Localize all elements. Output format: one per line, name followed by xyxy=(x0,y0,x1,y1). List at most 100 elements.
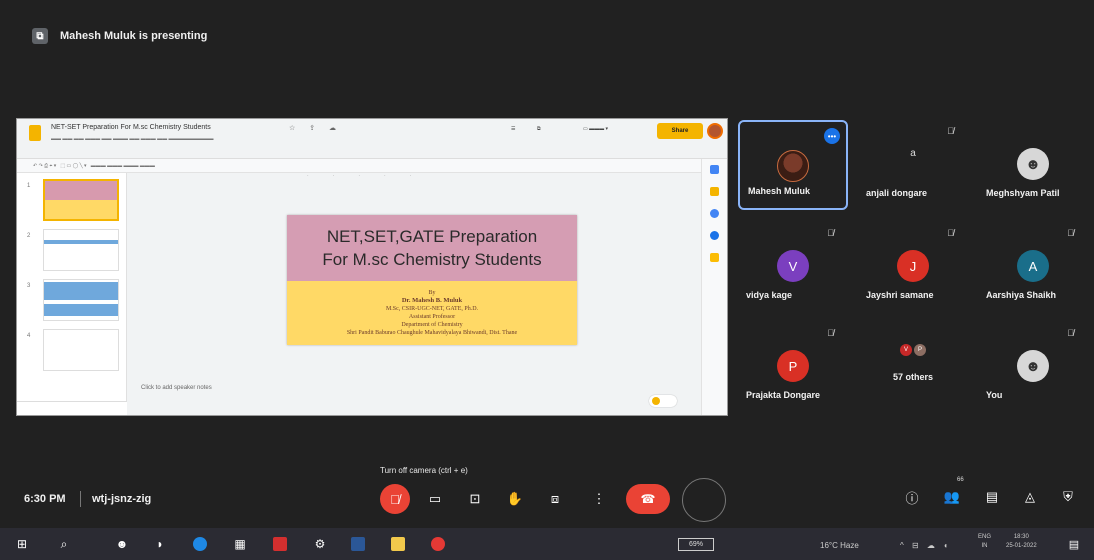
slide-title-line1: NET,SET,GATE Preparation xyxy=(326,227,538,246)
taskbar-date: 25-01-2022 xyxy=(1006,543,1037,549)
avatar: P xyxy=(777,350,809,382)
doc-user-avatar xyxy=(707,123,723,139)
participant-name: Mahesh Muluk xyxy=(748,186,811,196)
slide-thumbnails: 1 2 3 4 xyxy=(17,173,127,415)
taskbar-clock[interactable]: 18:30 25-01-2022 xyxy=(1006,533,1037,551)
mic-off-icon: 🎙̸ xyxy=(1067,328,1074,338)
end-call-icon[interactable]: ☎ xyxy=(626,484,670,514)
participant-name: anjali dongare xyxy=(866,188,928,198)
mic-off-icon[interactable]: 🎙̸ xyxy=(380,484,410,514)
calendar-icon xyxy=(710,165,719,174)
participant-name: Aarshiya Shaikh xyxy=(986,290,1057,300)
comments-icon: ☰ xyxy=(511,126,516,132)
participant-tile[interactable]: 🎙̸ J Jayshri samane xyxy=(858,222,968,312)
captions-icon[interactable]: ⊡ xyxy=(460,484,490,514)
present-icon[interactable]: ⧈ xyxy=(540,484,570,514)
lang-code: ENG xyxy=(978,534,992,540)
others-count: 57 others xyxy=(892,372,934,382)
slideshow-button: ▭ ▬▬▬ ▾ xyxy=(583,126,609,132)
doc-menu-bar: ▬▬ ▬▬ ▬▬ ▬▬▬ ▬▬ ▬▬▬ ▬▬ ▬▬▬ ▬▬ ▬▬▬▬▬▬▬▬▬ xyxy=(51,136,214,142)
info-icon[interactable]: ⓘ xyxy=(902,487,922,507)
notification-icon[interactable]: ▤ xyxy=(1066,536,1082,552)
self-tile[interactable]: 🎙̸ ☻ You xyxy=(978,322,1088,412)
chrome-icon[interactable] xyxy=(430,536,446,552)
slide-thumbnail xyxy=(43,229,119,271)
participant-name: You xyxy=(986,390,1003,400)
thumbnail-footer xyxy=(17,401,127,415)
meeting-code: wtj-jsnz-zig xyxy=(92,493,152,505)
participant-tile[interactable]: 🎙̸ A Aarshiya Shaikh xyxy=(978,222,1088,312)
search-icon[interactable]: ⌕ xyxy=(56,536,72,552)
thumbnail-number: 3 xyxy=(27,283,31,289)
participant-tile[interactable]: ☻ Meghshyam Patil xyxy=(978,120,1088,210)
activities-icon[interactable]: ◬ xyxy=(1020,487,1040,507)
avatar: ☻ xyxy=(1017,350,1049,382)
host-controls-icon[interactable]: ⛨ xyxy=(1058,487,1078,507)
participant-tile[interactable]: 🎙̸ V vidya kage xyxy=(738,222,848,312)
avatar: a xyxy=(910,148,916,159)
calculator-icon[interactable]: ▦ xyxy=(232,536,248,552)
mic-off-icon: 🎙̸ xyxy=(827,328,834,338)
present-slides-icon: ⧉ xyxy=(537,126,541,132)
more-vert-icon[interactable]: ⋮ xyxy=(584,484,614,514)
chat-icon[interactable]: ▤ xyxy=(982,487,1002,507)
participant-name: Jayshri samane xyxy=(866,290,934,300)
ruler: ····· xyxy=(307,173,436,179)
presenting-text: Mahesh Muluk is presenting xyxy=(60,30,208,42)
slide-department: Department of Chemistry xyxy=(401,322,463,328)
divider xyxy=(80,491,81,507)
participant-tile[interactable]: ••• Mahesh Muluk xyxy=(738,120,848,210)
doc-title: NET-SET Preparation For M.sc Chemistry S… xyxy=(51,124,211,131)
browser-icon[interactable] xyxy=(192,536,208,552)
lang-region: IN xyxy=(981,543,988,549)
mic-off-icon: 🎙̸ xyxy=(947,126,954,136)
camera-icon[interactable]: ▭ xyxy=(420,484,450,514)
presenting-banner: ⧉ Mahesh Muluk is presenting xyxy=(32,28,207,44)
meeting-time: 6:30 PM xyxy=(24,493,66,505)
mic-off-icon: 🎙̸ xyxy=(1067,228,1074,238)
mic-off-icon: 🎙̸ xyxy=(827,228,834,238)
mic-off-icon: 🎙̸ xyxy=(947,228,954,238)
participant-tile[interactable]: 🎙̸ a anjali dongare xyxy=(858,120,968,210)
thumbnail-number: 4 xyxy=(27,333,31,339)
raise-hand-icon[interactable]: ✋ xyxy=(500,484,530,514)
file-explorer-icon[interactable] xyxy=(390,536,406,552)
word-icon[interactable] xyxy=(350,536,366,552)
windows-start-icon[interactable]: ⊞ xyxy=(14,536,30,552)
slide-author-box: By Dr. Mahesh B. Muluk M.Sc, CSIR-UGC-NE… xyxy=(287,281,577,345)
reaction-button[interactable] xyxy=(682,478,726,522)
camera-tooltip: Turn off camera (ctrl + e) xyxy=(380,466,468,475)
system-tray-icons[interactable]: ^ ⊟ ☁ ◖ xyxy=(900,541,951,550)
avatar: J xyxy=(897,250,929,282)
thumbnail-number: 1 xyxy=(27,183,31,189)
pdf-icon[interactable] xyxy=(272,536,288,552)
avatar: A xyxy=(1017,250,1049,282)
slide-college: Shri Pandit Baburao Chaughule Mahavidyal… xyxy=(346,330,518,336)
tasks-icon xyxy=(710,209,719,218)
weather-widget[interactable]: 16°C Haze xyxy=(820,541,859,550)
app-icon[interactable]: ◗ xyxy=(152,536,168,552)
participant-tile[interactable]: 🎙̸ P Prajakta Dongare xyxy=(738,322,848,412)
maps-icon xyxy=(710,253,719,262)
battery-indicator[interactable]: 69% xyxy=(678,538,714,551)
others-tile[interactable]: VP 57 others xyxy=(858,322,968,412)
present-screen-icon: ⧉ xyxy=(32,28,48,44)
current-slide: NET,SET,GATE Preparation For M.sc Chemis… xyxy=(287,215,577,345)
app-icon[interactable]: ☻ xyxy=(114,536,130,552)
avatar: ☻ xyxy=(1017,148,1049,180)
slide-thumbnail xyxy=(43,279,119,321)
star-icon: ☆ ⇪ ☁ xyxy=(289,125,343,132)
people-icon[interactable]: 👥 xyxy=(942,487,962,507)
more-options-icon[interactable]: ••• xyxy=(824,128,840,144)
participant-name: Meghshyam Patil xyxy=(986,188,1060,198)
slide-thumbnail xyxy=(43,329,119,371)
participant-count-badge: 66 xyxy=(957,477,964,483)
share-button: Share xyxy=(657,123,703,139)
slide-title-line2: For M.sc Chemistry Students xyxy=(322,250,542,269)
slide-by: By xyxy=(428,290,436,296)
side-panel-rail xyxy=(701,159,727,415)
language-indicator[interactable]: ENG IN xyxy=(978,533,991,551)
slide-canvas: ····· NET,SET,GATE Preparation For M.sc … xyxy=(127,173,701,415)
shared-screen: NET-SET Preparation For M.sc Chemistry S… xyxy=(16,118,728,416)
settings-icon[interactable]: ⚙ xyxy=(312,536,328,552)
